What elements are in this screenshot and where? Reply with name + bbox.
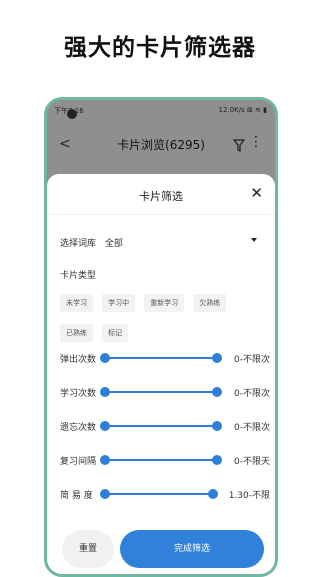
slider-row-ease: 简 易 度 1.30-不限 [60, 486, 270, 502]
slider-row-study-count: 学习次数 0-不限次 [60, 384, 270, 400]
status-indicators: 12.0K/s ⊠ ≋ ▮ [218, 106, 267, 114]
more-vertical-icon[interactable]: ⋮ [249, 135, 263, 149]
slider-row-review-interval: 复习间隔 0-不限天 [60, 452, 270, 468]
slider-track[interactable] [104, 391, 216, 393]
slider-track[interactable] [104, 357, 216, 359]
app-bar: < 卡片浏览(6295) ⋮ [47, 124, 275, 164]
slider-value: 0-不限次 [234, 423, 270, 433]
slider-min-handle[interactable] [100, 455, 110, 465]
slider-value: 1.30-不限 [228, 491, 270, 501]
slider-min-handle[interactable] [100, 421, 110, 431]
phone-frame: 下午3:16 12.0K/s ⊠ ≋ ▮ < 卡片浏览(6295) ⋮ 卡片筛选… [44, 97, 278, 577]
slider-min-handle[interactable] [100, 489, 110, 499]
chip-unfamiliar[interactable]: 欠熟练 [193, 294, 227, 312]
filter-icon[interactable] [232, 138, 246, 157]
reset-button[interactable]: 重置 [62, 530, 114, 568]
chip-relearn[interactable]: 重新学习 [144, 294, 185, 312]
slider-track[interactable] [104, 425, 216, 427]
slider-row-pop-count: 弹出次数 0-不限次 [60, 350, 270, 366]
slider-value: 0-不限次 [234, 355, 270, 365]
library-label: 选择词库 [60, 239, 97, 249]
chip-familiar[interactable]: 已熟练 [60, 324, 93, 342]
divider [47, 214, 275, 215]
dropdown-icon[interactable] [251, 238, 257, 242]
filter-sheet: 卡片筛选 ✕ 选择词库 全部 卡片类型 未学习 学习中 重新学习 欠熟练 已熟练… [47, 174, 275, 574]
slider-track[interactable] [104, 493, 212, 495]
slider-min-handle[interactable] [100, 387, 110, 397]
slider-max-handle[interactable] [208, 489, 218, 499]
chip-learning[interactable]: 学习中 [102, 294, 136, 312]
sheet-title: 卡片筛选 [139, 190, 183, 203]
slider-label: 学习次数 [60, 389, 97, 399]
slider-label: 简 易 度 [60, 491, 93, 501]
slider-max-handle[interactable] [212, 455, 222, 465]
headline: 强大的卡片筛选器 [64, 35, 256, 61]
slider-label: 遗忘次数 [60, 423, 97, 433]
card-type-chips: 未学习 学习中 重新学习 欠熟练 已熟练 标记 [60, 290, 270, 350]
slider-min-handle[interactable] [100, 353, 110, 363]
chip-marked[interactable]: 标记 [102, 324, 129, 342]
card-type-label: 卡片类型 [60, 271, 97, 281]
slider-value: 0-不限次 [234, 389, 270, 399]
slider-max-handle[interactable] [212, 387, 222, 397]
library-value: 全部 [104, 239, 123, 249]
camera-cutout-icon [67, 109, 77, 119]
slider-row-forget-count: 遗忘次数 0-不限次 [60, 418, 270, 434]
slider-track[interactable] [104, 459, 216, 461]
finish-filter-button[interactable]: 完成筛选 [120, 530, 264, 568]
close-icon[interactable]: ✕ [250, 184, 263, 202]
status-bar: 下午3:16 12.0K/s ⊠ ≋ ▮ [47, 100, 275, 120]
chip-unlearned[interactable]: 未学习 [60, 294, 93, 312]
slider-label: 弹出次数 [60, 355, 97, 365]
slider-value: 0-不限天 [234, 457, 270, 467]
slider-label: 复习间隔 [60, 457, 97, 467]
library-selector[interactable]: 选择词库 全部 [60, 236, 123, 249]
slider-max-handle[interactable] [212, 353, 222, 363]
slider-max-handle[interactable] [212, 421, 222, 431]
